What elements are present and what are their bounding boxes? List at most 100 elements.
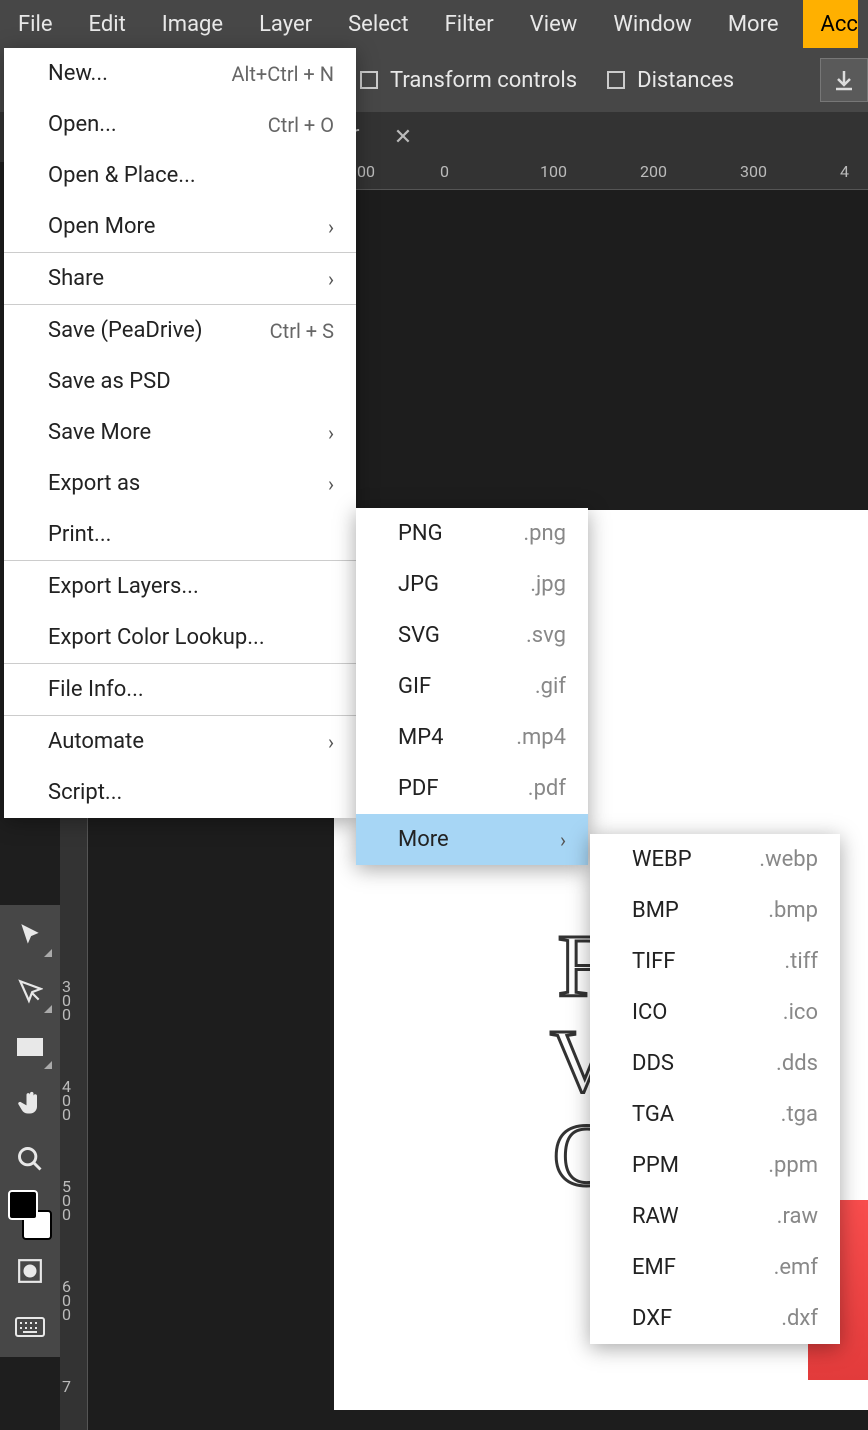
export-emf[interactable]: EMF .emf: [590, 1242, 840, 1293]
chevron-right-icon: ›: [560, 828, 566, 852]
tool-zoom[interactable]: [8, 1137, 52, 1181]
export-bmp[interactable]: BMP .bmp: [590, 885, 840, 936]
ruler-v-tick: 500: [62, 1180, 74, 1222]
export-tiff[interactable]: TIFF .tiff: [590, 936, 840, 987]
opt-distances-label: Distances: [637, 68, 734, 93]
menu-edit[interactable]: Edit: [71, 0, 144, 48]
menu-item-label: Share: [48, 266, 104, 291]
menu-item-label: New...: [48, 61, 108, 86]
menu-item-ext: .png: [523, 521, 566, 546]
download-icon: [832, 68, 856, 92]
file-menu-open[interactable]: Open... Ctrl + O: [4, 99, 356, 150]
menu-account[interactable]: Acc: [803, 0, 858, 48]
ruler-h-tick: 4: [840, 162, 849, 181]
menu-item-label: File Info...: [48, 677, 144, 702]
download-button[interactable]: [820, 58, 868, 102]
quickmask-icon: [17, 1258, 43, 1284]
export-gif[interactable]: GIF .gif: [356, 661, 588, 712]
export-dxf[interactable]: DXF .dxf: [590, 1293, 840, 1344]
menu-item-ext: .ico: [783, 1000, 818, 1025]
export-dds[interactable]: DDS .dds: [590, 1038, 840, 1089]
tab-close-button[interactable]: ✕: [386, 120, 420, 154]
file-menu-share[interactable]: Share ›: [4, 253, 356, 304]
menu-select[interactable]: Select: [330, 0, 426, 48]
chevron-right-icon: ›: [328, 215, 334, 239]
menu-file[interactable]: File: [0, 0, 71, 48]
menu-item-ext: .svg: [526, 623, 566, 648]
file-menu-export-color-lookup[interactable]: Export Color Lookup...: [4, 612, 356, 663]
menu-item-ext: .pdf: [528, 776, 566, 801]
export-svg[interactable]: SVG .svg: [356, 610, 588, 661]
menu-filter[interactable]: Filter: [427, 0, 512, 48]
tool-rectangle[interactable]: [8, 1025, 52, 1069]
magnifier-icon: [16, 1145, 44, 1173]
export-ppm[interactable]: PPM .ppm: [590, 1140, 840, 1191]
file-menu-save-more[interactable]: Save More ›: [4, 407, 356, 458]
ruler-v-tick: 300: [62, 980, 74, 1022]
menu-item-label: Automate: [48, 729, 144, 754]
export-png[interactable]: PNG .png: [356, 508, 588, 559]
tool-move[interactable]: [8, 913, 52, 957]
menu-item-label: TIFF: [632, 949, 675, 974]
menu-item-label: RAW: [632, 1204, 679, 1229]
menu-item-label: Save More: [48, 420, 151, 445]
menu-item-label: Open...: [48, 112, 117, 137]
menu-item-label: Open More: [48, 214, 155, 239]
export-raw[interactable]: RAW .raw: [590, 1191, 840, 1242]
menu-item-label: JPG: [398, 572, 439, 597]
menu-window[interactable]: Window: [595, 0, 710, 48]
menu-item-label: Save (PeaDrive): [48, 318, 203, 343]
ruler-v-tick: 400: [62, 1080, 74, 1122]
file-menu-open-place[interactable]: Open & Place...: [4, 150, 356, 201]
file-menu-file-info[interactable]: File Info...: [4, 664, 356, 715]
export-pdf[interactable]: PDF .pdf: [356, 763, 588, 814]
menu-item-ext: .ppm: [768, 1153, 818, 1178]
file-menu-automate[interactable]: Automate ›: [4, 716, 356, 767]
menu-item-label: TGA: [632, 1102, 674, 1127]
menu-view[interactable]: View: [512, 0, 596, 48]
export-tga[interactable]: TGA .tga: [590, 1089, 840, 1140]
menu-item-ext: .tga: [781, 1102, 818, 1127]
file-menu-export-as[interactable]: Export as ›: [4, 458, 356, 509]
chevron-right-icon: ›: [328, 267, 334, 291]
menu-item-label: WEBP: [632, 847, 692, 872]
file-menu-open-more[interactable]: Open More ›: [4, 201, 356, 252]
file-menu-save-psd[interactable]: Save as PSD: [4, 356, 356, 407]
menu-item-label: ICO: [632, 1000, 667, 1025]
export-webp[interactable]: WEBP .webp: [590, 834, 840, 885]
export-ico[interactable]: ICO .ico: [590, 987, 840, 1038]
file-menu-print[interactable]: Print...: [4, 509, 356, 560]
menu-item-label: PNG: [398, 521, 443, 546]
opt-transform-controls[interactable]: Transform controls: [360, 68, 577, 93]
menu-item-ext: .raw: [777, 1204, 818, 1229]
export-mp4[interactable]: MP4 .mp4: [356, 712, 588, 763]
keyboard-icon: [15, 1317, 45, 1337]
file-menu-script[interactable]: Script...: [4, 767, 356, 818]
menu-layer[interactable]: Layer: [241, 0, 330, 48]
opt-distances[interactable]: Distances: [607, 68, 734, 93]
tool-quickmask[interactable]: [8, 1249, 52, 1293]
menu-more[interactable]: More: [710, 0, 797, 48]
export-jpg[interactable]: JPG .jpg: [356, 559, 588, 610]
menu-item-ext: .mp4: [516, 725, 566, 750]
menu-item-label: SVG: [398, 623, 440, 648]
tool-select[interactable]: [8, 969, 52, 1013]
menu-item-label: Save as PSD: [48, 369, 171, 394]
tool-keyboard[interactable]: [8, 1305, 52, 1349]
menu-image[interactable]: Image: [144, 0, 241, 48]
tool-hand[interactable]: [8, 1081, 52, 1125]
file-menu-save[interactable]: Save (PeaDrive) Ctrl + S: [4, 305, 356, 356]
ruler-h-tick: 100: [540, 162, 567, 181]
export-as-submenu: PNG .png JPG .jpg SVG .svg GIF .gif MP4 …: [356, 508, 588, 865]
file-menu-export-layers[interactable]: Export Layers...: [4, 561, 356, 612]
tool-color-swatch[interactable]: [8, 1193, 52, 1237]
file-menu-popup: New... Alt+Ctrl + N Open... Ctrl + O Ope…: [4, 48, 356, 818]
ruler-h-tick: 300: [740, 162, 767, 181]
menu-item-ext: .emf: [774, 1255, 818, 1280]
chevron-right-icon: ›: [328, 730, 334, 754]
file-menu-new[interactable]: New... Alt+Ctrl + N: [4, 48, 356, 99]
menu-item-label: EMF: [632, 1255, 676, 1280]
export-more[interactable]: More ›: [356, 814, 588, 865]
ruler-v-tick: 7: [62, 1380, 74, 1394]
menu-item-label: GIF: [398, 674, 431, 699]
